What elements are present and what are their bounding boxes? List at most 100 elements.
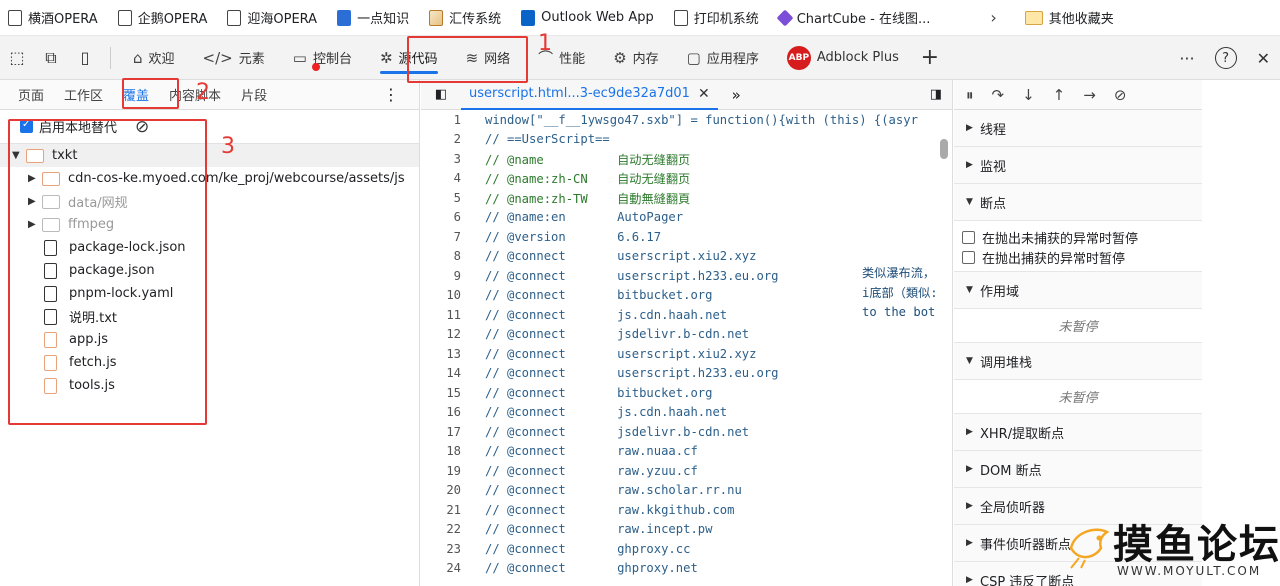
deactivate-breakpoints-icon[interactable]: ⊘	[1114, 86, 1127, 104]
tab-sources[interactable]: ✲ 源代码	[366, 36, 452, 80]
line-number[interactable]: 8	[421, 249, 465, 263]
bookmark-6[interactable]: Outlook Web App	[521, 9, 654, 26]
tab-welcome[interactable]: ⌂ 欢迎	[119, 36, 189, 80]
line-number[interactable]: 16	[421, 405, 465, 419]
add-tab-icon[interactable]: +	[913, 45, 947, 70]
tab-workspace[interactable]: 工作区	[54, 85, 113, 104]
bookmark-2[interactable]: 企鹅OPERA	[117, 8, 207, 27]
line-number[interactable]: 9	[421, 269, 465, 283]
step-icon[interactable]: →	[1083, 86, 1096, 104]
wifi-icon: ≋	[465, 48, 479, 67]
tree-file[interactable]: tools.js	[0, 374, 419, 397]
toggle-debugger-icon[interactable]: ◨	[930, 87, 942, 102]
line-number[interactable]: 14	[421, 366, 465, 380]
clear-overrides-icon[interactable]: ⊘	[135, 117, 149, 137]
tree-file[interactable]: app.js	[0, 328, 419, 351]
bookmark-7[interactable]: 打印机系统	[673, 8, 759, 27]
tab-snippets[interactable]: 片段	[231, 85, 277, 104]
section-scope[interactable]: ▼ 作用域	[954, 272, 1202, 309]
line-number[interactable]: 6	[421, 210, 465, 224]
section-xhr-breakpoints[interactable]: ▶ XHR/提取断点	[954, 414, 1202, 451]
line-number[interactable]: 5	[421, 191, 465, 205]
line-number[interactable]: 1	[421, 113, 465, 127]
bookmark-label: 一点知识	[357, 12, 410, 27]
bookmarks-bar: 横酒OPERA 企鹅OPERA 迎海OPERA 一点知识 汇传系统 Outloo…	[0, 0, 1280, 36]
step-over-icon[interactable]: ↷	[992, 86, 1005, 104]
device-emulation-icon[interactable]: ⧉	[34, 48, 68, 68]
line-number[interactable]: 3	[421, 152, 465, 166]
tab-network[interactable]: ≋ 网络	[452, 36, 525, 80]
chevron-right-icon[interactable]: ›	[990, 8, 996, 27]
tab-elements[interactable]: </> 元素	[189, 36, 279, 80]
pause-uncaught-row[interactable]: 在抛出未捕获的异常时暂停	[954, 227, 1202, 247]
bookmark-8[interactable]: ChartCube - 在线图...	[776, 8, 930, 27]
line-number[interactable]: 2	[421, 132, 465, 146]
code-editor: ◧ userscript.html...3-ec9de32a7d01 ✕ » ◨…	[421, 80, 953, 586]
line-number[interactable]: 20	[421, 483, 465, 497]
section-dom-breakpoints[interactable]: ▶ DOM 断点	[954, 451, 1202, 488]
tab-overrides[interactable]: 覆盖	[113, 85, 159, 104]
tree-folder[interactable]: ▶ data/网规	[0, 190, 419, 213]
tab-page[interactable]: 页面	[8, 85, 54, 104]
tree-root-folder[interactable]: ▼ txkt	[0, 144, 419, 167]
chevron-right-icon: ▶	[28, 219, 36, 230]
line-number[interactable]: 13	[421, 347, 465, 361]
close-icon[interactable]: ✕	[698, 86, 710, 102]
other-bookmarks-folder[interactable]: 其他收藏夹	[1024, 8, 1114, 27]
line-number[interactable]: 21	[421, 503, 465, 517]
editor-tab-active[interactable]: userscript.html...3-ec9de32a7d01 ✕	[461, 80, 718, 110]
line-number[interactable]: 19	[421, 464, 465, 478]
line-number[interactable]: 17	[421, 425, 465, 439]
close-devtools-icon[interactable]: ✕	[1257, 49, 1270, 68]
inspect-element-icon[interactable]: ⬚	[0, 48, 34, 67]
overflow-text-line: 类似瀑布流，	[862, 266, 936, 280]
more-options-icon[interactable]: ···	[1179, 49, 1194, 68]
section-threads[interactable]: ▶ 线程	[954, 110, 1202, 147]
line-number[interactable]: 23	[421, 542, 465, 556]
code-line: 7 // @version 6.6.17	[421, 227, 953, 247]
bookmark-3[interactable]: 迎海OPERA	[227, 8, 317, 27]
tree-file[interactable]: 说明.txt	[0, 305, 419, 328]
bookmark-5[interactable]: 汇传系统	[429, 8, 501, 27]
tree-folder[interactable]: ▶ cdn-cos-ke.myoed.com/ke_proj/webcourse/…	[0, 167, 419, 190]
line-number[interactable]: 15	[421, 386, 465, 400]
bookmark-4[interactable]: 一点知识	[337, 8, 409, 27]
line-number[interactable]: 18	[421, 444, 465, 458]
tree-file[interactable]: pnpm-lock.yaml	[0, 282, 419, 305]
tab-console[interactable]: ▭ 控制台	[279, 36, 366, 80]
enable-overrides-checkbox[interactable]	[20, 119, 33, 133]
line-number[interactable]: 24	[421, 561, 465, 575]
pause-caught-checkbox[interactable]	[962, 250, 975, 264]
toggle-navigator-icon[interactable]: ◧	[421, 87, 461, 102]
pause-uncaught-checkbox[interactable]	[962, 230, 975, 244]
line-number[interactable]: 7	[421, 230, 465, 244]
line-number[interactable]: 10	[421, 288, 465, 302]
step-out-icon[interactable]: ↑	[1053, 86, 1066, 104]
pause-icon[interactable]: ⏸	[966, 86, 974, 104]
tree-folder[interactable]: ▶ ffmpeg	[0, 213, 419, 236]
pause-caught-row[interactable]: 在抛出捕获的异常时暂停	[954, 247, 1202, 267]
tree-file[interactable]: fetch.js	[0, 351, 419, 374]
more-tabs-icon[interactable]: »	[732, 86, 741, 104]
dock-side-icon[interactable]: ▯	[68, 48, 102, 67]
tab-adblock-plus[interactable]: ABP Adblock Plus	[773, 36, 913, 80]
tree-file[interactable]: package-lock.json	[0, 236, 419, 259]
section-watch[interactable]: ▶ 监视	[954, 147, 1202, 184]
help-icon[interactable]: ?	[1214, 47, 1237, 69]
line-number[interactable]: 12	[421, 327, 465, 341]
bookmark-1[interactable]: 横酒OPERA	[8, 8, 98, 27]
tab-application[interactable]: ▢ 应用程序	[673, 36, 773, 80]
scrollbar-thumb[interactable]	[940, 139, 948, 159]
tree-file[interactable]: package.json	[0, 259, 419, 282]
section-call-stack[interactable]: ▼ 调用堆栈	[954, 343, 1202, 380]
line-number[interactable]: 4	[421, 171, 465, 185]
step-into-icon[interactable]: ↓	[1022, 86, 1035, 104]
line-number[interactable]: 11	[421, 308, 465, 322]
tab-performance[interactable]: ⌒ 性能	[524, 36, 599, 80]
tab-memory[interactable]: ⚙ 内存	[599, 36, 672, 80]
line-number[interactable]: 22	[421, 522, 465, 536]
kebab-menu-icon[interactable]: ⋮	[383, 85, 399, 104]
section-breakpoints[interactable]: ▼ 断点	[954, 184, 1202, 221]
code-lines[interactable]: 1 window["__f__1ywsgo47.sxb"] = function(…	[421, 110, 953, 586]
tabbar-right-controls: ··· ? ✕	[1179, 36, 1270, 80]
